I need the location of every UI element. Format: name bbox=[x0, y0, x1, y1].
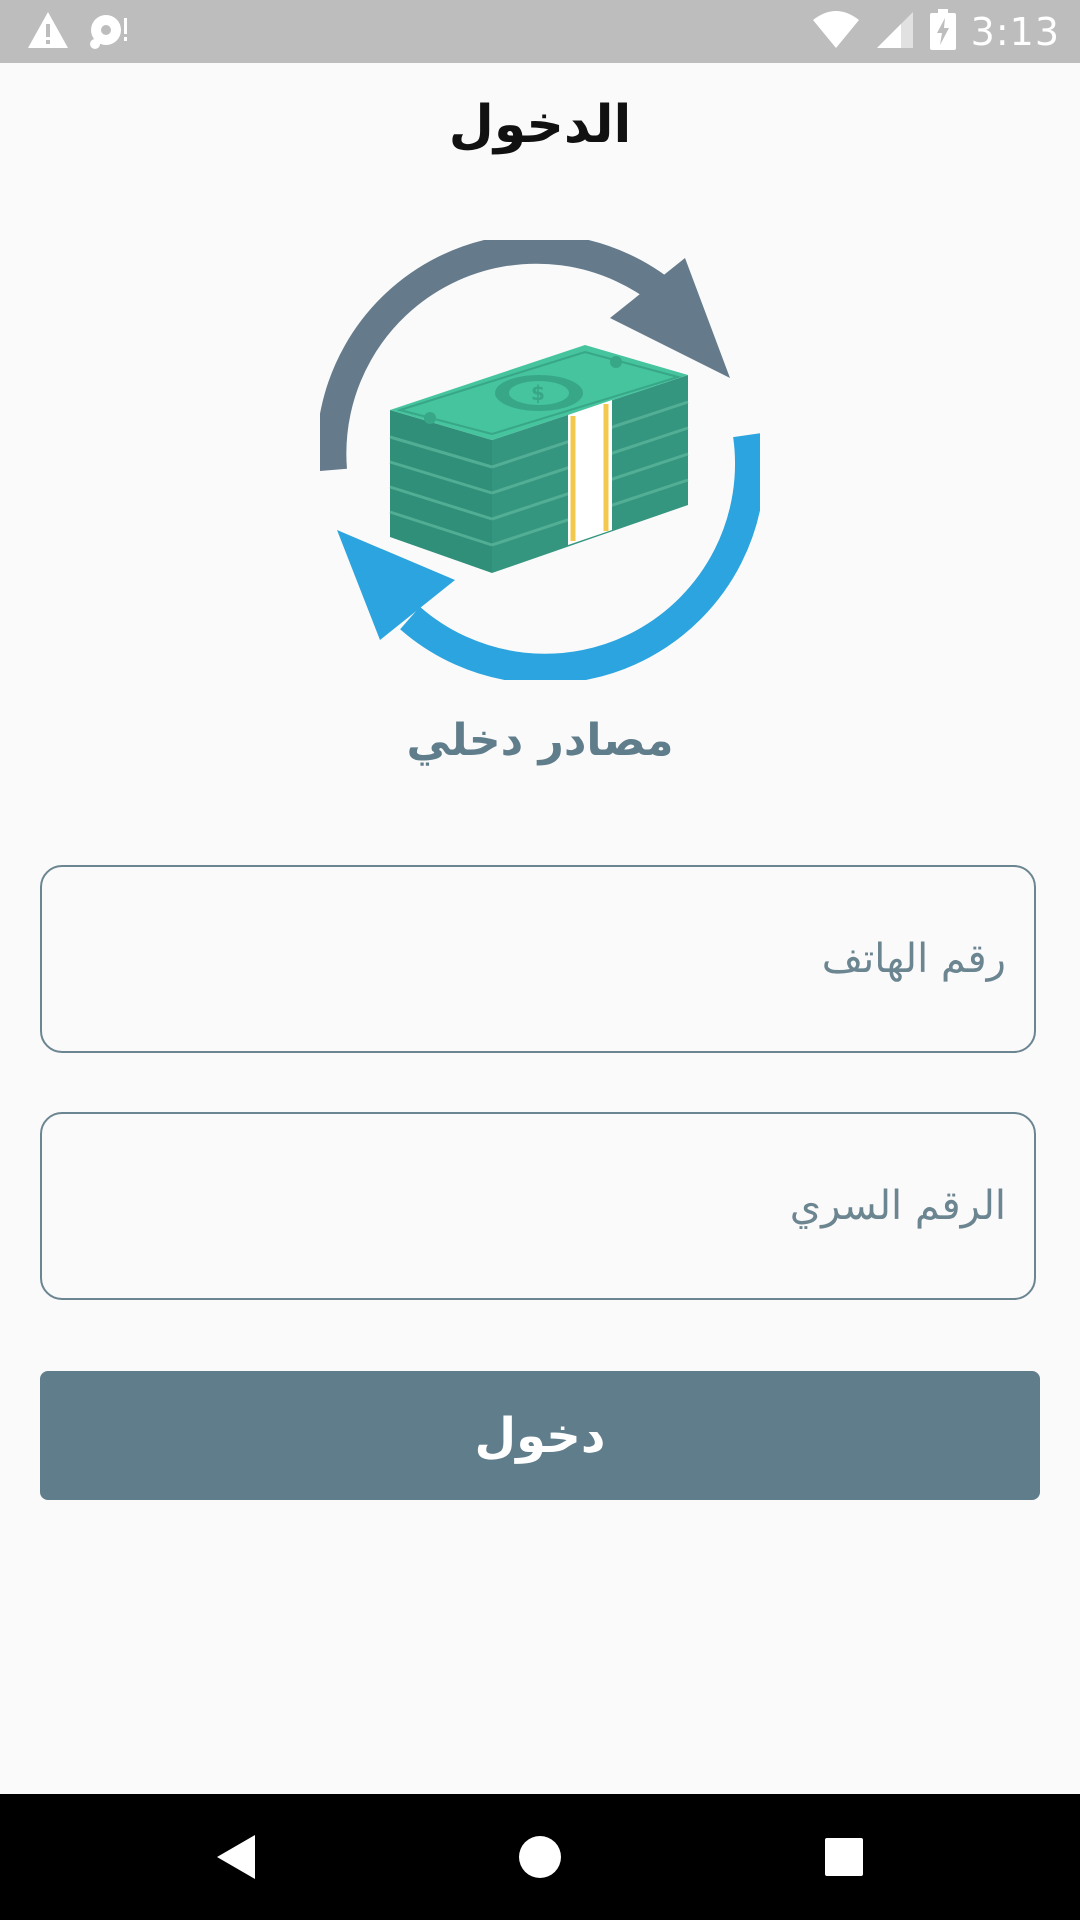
pin-input[interactable] bbox=[72, 1114, 1008, 1298]
status-bar: 3:13 bbox=[0, 0, 1080, 63]
money-exchange-icon: $ bbox=[316, 233, 765, 684]
notification-icon bbox=[88, 10, 132, 54]
svg-text:$: $ bbox=[531, 381, 545, 405]
recents-icon[interactable] bbox=[811, 1824, 877, 1890]
battery-charging-icon bbox=[929, 9, 957, 55]
back-icon[interactable] bbox=[204, 1824, 270, 1890]
status-time: 3:13 bbox=[970, 10, 1060, 54]
login-button-label: دخول bbox=[474, 1407, 606, 1464]
status-right: 3:13 bbox=[811, 8, 1060, 56]
wifi-icon bbox=[811, 10, 861, 54]
phone-field[interactable] bbox=[40, 865, 1036, 1053]
pin-field[interactable] bbox=[40, 1112, 1036, 1300]
signal-icon bbox=[875, 10, 915, 54]
app-name: مصادر دخلي bbox=[406, 715, 674, 766]
home-icon[interactable] bbox=[507, 1824, 573, 1890]
phone-input[interactable] bbox=[72, 867, 1008, 1051]
page-title: الدخول bbox=[448, 95, 632, 155]
status-left bbox=[26, 8, 132, 56]
warning-icon bbox=[26, 10, 70, 54]
login-screen: 3:13 الدخول $ مصادر دخلي رقم الهاتف دخول bbox=[0, 0, 1080, 1920]
navigation-bar bbox=[0, 1794, 1080, 1920]
login-button[interactable]: دخول bbox=[40, 1371, 1040, 1500]
